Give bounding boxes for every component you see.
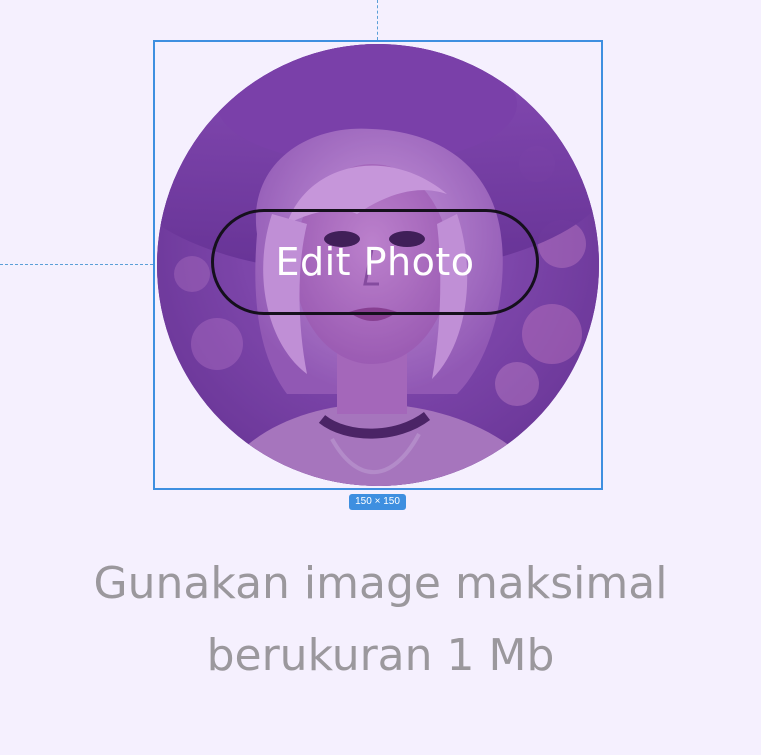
helper-line-2: berukuran 1 Mb bbox=[206, 630, 555, 681]
edit-photo-button[interactable]: Edit Photo bbox=[211, 209, 539, 315]
upload-helper-text: Gunakan image maksimal berukuran 1 Mb bbox=[0, 548, 761, 692]
horizontal-guide-line bbox=[0, 264, 153, 265]
vertical-guide-line bbox=[377, 0, 378, 40]
helper-line-1: Gunakan image maksimal bbox=[93, 558, 668, 609]
size-badge: 150 × 150 bbox=[349, 494, 406, 510]
